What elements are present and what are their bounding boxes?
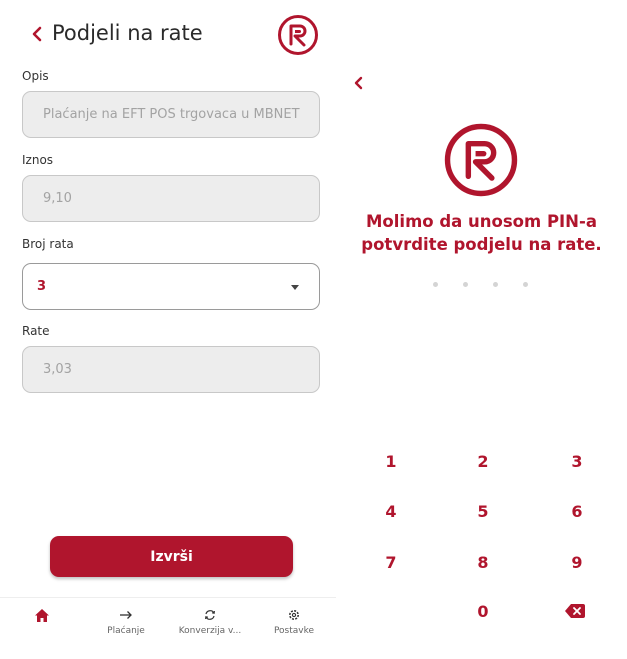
pin-prompt-line: potvrdite podjelu na rate. bbox=[361, 235, 602, 254]
backspace-icon[interactable] bbox=[565, 604, 585, 618]
tab-label: Postavke bbox=[273, 626, 315, 636]
keypad-key-6[interactable]: 6 bbox=[552, 497, 602, 527]
refresh-icon bbox=[205, 610, 215, 620]
pin-dot bbox=[523, 282, 528, 287]
installments-count-select[interactable]: 3 bbox=[22, 263, 320, 310]
keypad-key-3[interactable]: 3 bbox=[552, 447, 602, 477]
installments-screen: Podjeli na rate Opis Plaćanje na EFT POS… bbox=[0, 0, 336, 659]
tab-label: Konverzija v... bbox=[178, 626, 242, 636]
bottom-tab-bar: Plaćanje Konverzija v... Postavke bbox=[0, 597, 336, 642]
amount-value: 9,10 bbox=[43, 191, 72, 206]
tab-home[interactable] bbox=[0, 606, 84, 626]
tab-payment[interactable]: Plaćanje bbox=[84, 606, 168, 636]
amount-field: 9,10 bbox=[22, 175, 320, 222]
dropdown-caret-icon bbox=[291, 285, 299, 290]
pin-confirm-screen: Molimo da unosom PIN-a potvrdite podjelu… bbox=[336, 0, 627, 659]
home-icon bbox=[35, 608, 49, 622]
installment-amount-value: 3,03 bbox=[43, 362, 72, 377]
bank-logo-icon bbox=[444, 123, 518, 197]
gear-icon bbox=[289, 610, 299, 620]
pin-indicator bbox=[433, 282, 533, 288]
execute-button[interactable]: Izvrši bbox=[50, 536, 293, 577]
keypad-key-9[interactable]: 9 bbox=[552, 548, 602, 578]
page-title: Podjeli na rate bbox=[52, 21, 203, 45]
installment-amount-label: Rate bbox=[22, 324, 50, 338]
bank-logo-icon bbox=[278, 15, 318, 55]
amount-label: Iznos bbox=[22, 153, 54, 167]
pin-prompt-line: Molimo da unosom PIN-a bbox=[366, 212, 597, 231]
description-field: Plaćanje na EFT POS trgovaca u MBNET bbox=[22, 91, 320, 138]
chevron-left-icon[interactable] bbox=[352, 76, 366, 90]
chevron-left-icon[interactable] bbox=[30, 26, 46, 42]
installments-count-value: 3 bbox=[37, 279, 47, 294]
tab-conversion[interactable]: Konverzija v... bbox=[168, 606, 252, 636]
installment-amount-field: 3,03 bbox=[22, 346, 320, 393]
keypad-key-8[interactable]: 8 bbox=[458, 548, 508, 578]
pin-dot bbox=[493, 282, 498, 287]
installments-count-label: Broj rata bbox=[22, 237, 74, 251]
description-label: Opis bbox=[22, 69, 49, 83]
pin-prompt: Molimo da unosom PIN-a potvrdite podjelu… bbox=[336, 210, 627, 256]
keypad-key-0[interactable]: 0 bbox=[458, 597, 508, 627]
tab-settings[interactable]: Postavke bbox=[252, 606, 336, 636]
keypad-key-4[interactable]: 4 bbox=[366, 497, 416, 527]
keypad-key-2[interactable]: 2 bbox=[458, 447, 508, 477]
keypad-key-5[interactable]: 5 bbox=[458, 497, 508, 527]
tab-label: Plaćanje bbox=[107, 626, 145, 636]
pin-dot bbox=[433, 282, 438, 287]
arrow-right-icon bbox=[120, 611, 132, 619]
pin-dot bbox=[463, 282, 468, 287]
keypad-key-7[interactable]: 7 bbox=[366, 548, 416, 578]
description-value: Plaćanje na EFT POS trgovaca u MBNET bbox=[43, 107, 300, 122]
keypad-key-1[interactable]: 1 bbox=[366, 447, 416, 477]
header: Podjeli na rate bbox=[22, 15, 322, 55]
